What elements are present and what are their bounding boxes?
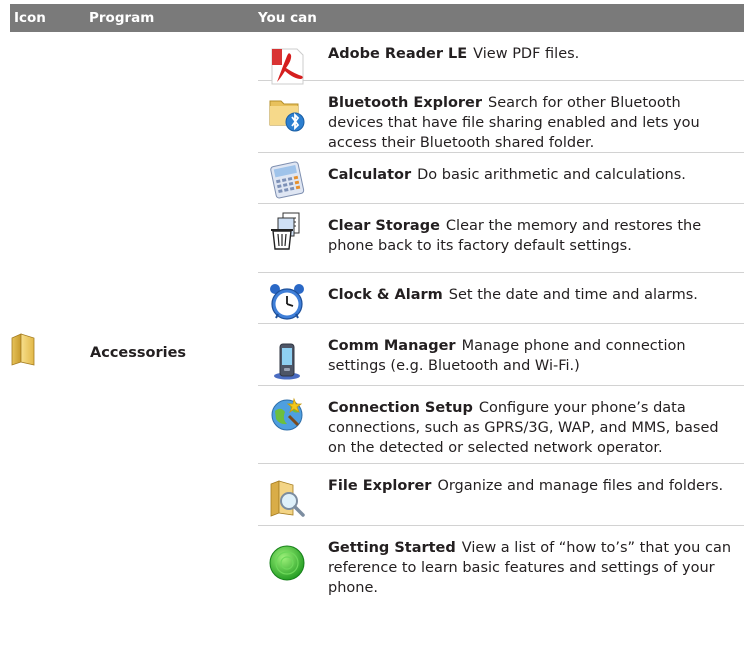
program-row: Connection Setup Configure your phone’s d… [258,386,744,464]
adobe-reader-icon [267,46,307,86]
program-name: Bluetooth Explorer [328,95,483,111]
program-text: Clock & Alarm Set the date and time and a… [328,285,738,305]
program-row: Getting Started View a list of “how to’s”… [258,526,744,612]
file-explorer-icon [267,478,307,518]
program-name: File Explorer [328,478,432,494]
category-name: Accessories [90,345,187,361]
program-list: Adobe Reader LE View PDF files. Bluetooth … [258,32,744,612]
program-name: Clear Storage [328,218,440,234]
program-row: Clock & Alarm Set the date and time and a… [258,273,744,324]
table-header: Icon Program You can [10,4,744,32]
program-name: Clock & Alarm [328,287,443,303]
bluetooth-explorer-icon [267,93,307,133]
program-description: Set the date and time and alarms. [448,287,698,303]
program-text: Comm Manager Manage phone and connection … [328,336,738,376]
header-you-can: You can [258,10,317,26]
program-name: Connection Setup [328,400,473,416]
header-icon: Icon [14,10,46,26]
program-description: Organize and manage files and folders. [437,478,724,494]
clock-alarm-icon [267,282,307,322]
program-text: Calculator Do basic arithmetic and calcul… [328,165,738,185]
comm-manager-icon [267,341,307,381]
program-row: Bluetooth Explorer Search for other Bluet… [258,81,744,153]
clear-storage-icon [267,211,307,251]
program-text: Clear Storage Clear the memory and restor… [328,216,738,256]
header-program: Program [89,10,155,26]
program-text: Connection Setup Configure your phone’s d… [328,398,738,458]
program-name: Comm Manager [328,338,456,354]
program-name: Adobe Reader LE [328,46,468,62]
folder-icon [11,333,35,366]
program-description: View PDF files. [473,46,580,62]
getting-started-icon [267,543,307,583]
calculator-icon [267,159,307,199]
program-text: Getting Started View a list of “how to’s”… [328,538,738,598]
program-row: File Explorer Organize and manage files a… [258,464,744,526]
program-row: Adobe Reader LE View PDF files. [258,32,744,85]
connection-setup-icon [267,394,307,434]
program-row: Calculator Do basic arithmetic and calcul… [258,153,744,204]
program-row: Comm Manager Manage phone and connection … [258,324,744,386]
program-text: Bluetooth Explorer Search for other Bluet… [328,93,738,153]
program-name: Getting Started [328,540,456,556]
program-description: Do basic arithmetic and calculations. [417,167,686,183]
program-text: Adobe Reader LE View PDF files. [328,44,738,64]
program-row: Clear Storage Clear the memory and restor… [258,204,744,273]
program-name: Calculator [328,167,412,183]
program-text: File Explorer Organize and manage files a… [328,476,738,496]
